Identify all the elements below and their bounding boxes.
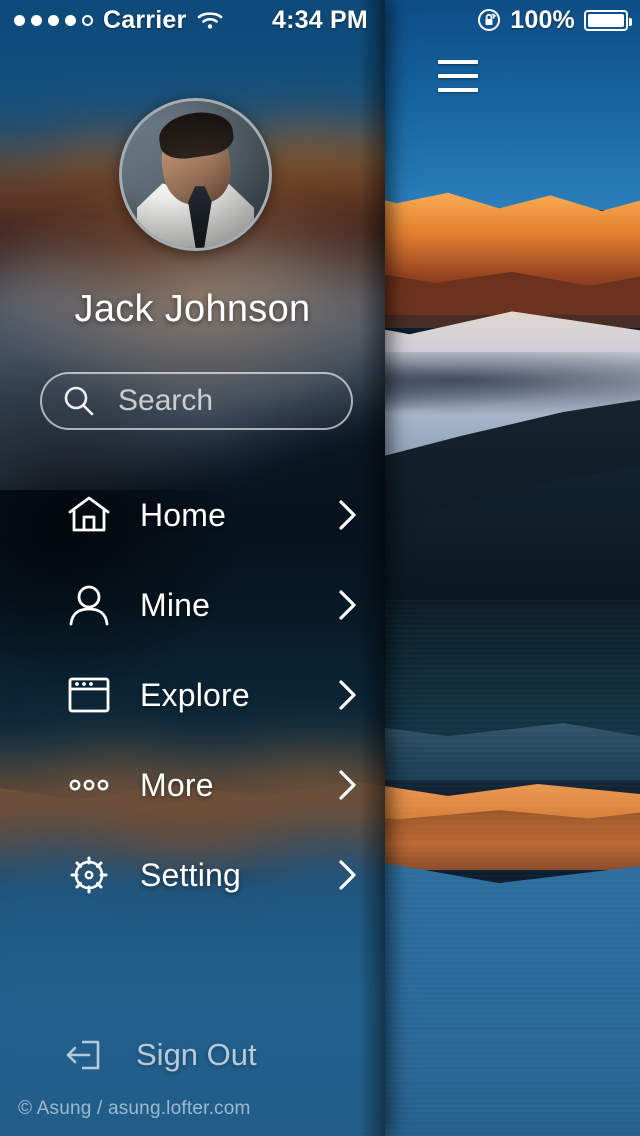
sidebar-item-mine[interactable]: Mine bbox=[0, 560, 385, 650]
search-icon bbox=[62, 384, 96, 418]
app-screen: Jack Johnson Search Home Mine Explore Mo… bbox=[0, 0, 640, 1136]
search-input[interactable]: Search bbox=[40, 372, 353, 430]
chevron-right-icon bbox=[337, 498, 359, 532]
sign-out-label: Sign Out bbox=[136, 1037, 257, 1072]
hamburger-bar-2 bbox=[438, 74, 478, 78]
chevron-right-icon bbox=[337, 858, 359, 892]
sidebar-item-home[interactable]: Home bbox=[0, 470, 385, 560]
watermark: © Asung / asung.lofter.com bbox=[18, 1098, 251, 1119]
search-placeholder: Search bbox=[118, 384, 214, 417]
sidebar-item-explore[interactable]: Explore bbox=[0, 650, 385, 740]
ellipsis-icon bbox=[66, 762, 112, 808]
hamburger-bar-1 bbox=[438, 60, 478, 64]
navigation-drawer: Jack Johnson Search Home Mine Explore Mo… bbox=[0, 0, 385, 1136]
person-icon bbox=[66, 582, 112, 628]
avatar-vignette bbox=[122, 101, 269, 248]
chevron-right-icon bbox=[337, 768, 359, 802]
sidebar-item-label: More bbox=[140, 766, 214, 803]
sidebar-item-setting[interactable]: Setting bbox=[0, 830, 385, 920]
browser-icon bbox=[66, 672, 112, 718]
sidebar-item-label: Mine bbox=[140, 586, 211, 623]
chevron-right-icon bbox=[337, 678, 359, 712]
chevron-right-icon bbox=[337, 588, 359, 622]
profile-name: Jack Johnson bbox=[74, 288, 311, 330]
nav-menu: Home Mine Explore More Setting bbox=[0, 470, 385, 920]
hamburger-menu-icon[interactable] bbox=[438, 60, 478, 92]
sidebar-item-label: Setting bbox=[140, 856, 242, 893]
sidebar-item-label: Explore bbox=[140, 676, 250, 713]
clock: 4:34 PM bbox=[272, 5, 368, 34]
status-bar: Carrier 4:34 PM 100% bbox=[0, 0, 640, 40]
hamburger-bar-3 bbox=[438, 88, 478, 92]
sidebar-item-more[interactable]: More bbox=[0, 740, 385, 830]
sign-out-button[interactable]: Sign Out bbox=[0, 1022, 385, 1088]
gear-icon bbox=[66, 852, 112, 898]
avatar[interactable] bbox=[119, 98, 272, 251]
battery-full-icon bbox=[584, 9, 632, 31]
sign-out-icon bbox=[62, 1033, 106, 1077]
home-icon bbox=[66, 492, 112, 538]
sidebar-item-label: Home bbox=[140, 496, 227, 533]
